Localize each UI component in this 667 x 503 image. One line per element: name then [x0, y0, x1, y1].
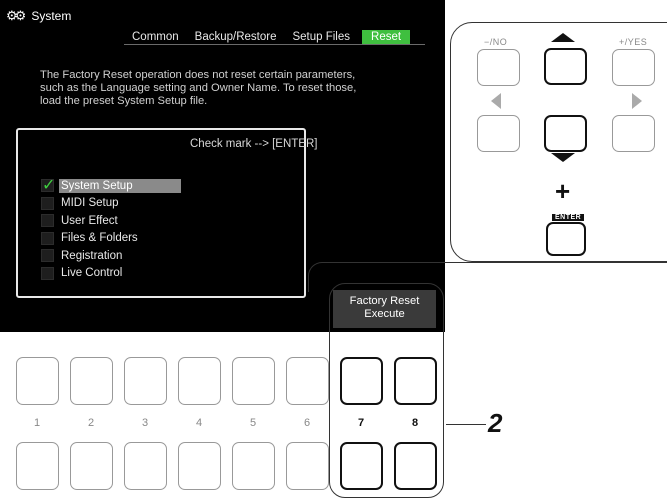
- list-item-registration[interactable]: Registration: [41, 247, 181, 265]
- button-3-upper[interactable]: [124, 357, 167, 405]
- description-line: load the preset System Setup file.: [40, 95, 208, 107]
- checkbox-files-folders[interactable]: [41, 231, 54, 245]
- button-8-lower[interactable]: [394, 442, 437, 490]
- button-number: 8: [411, 417, 419, 429]
- down-arrow-icon: [551, 153, 575, 162]
- reset-description: The Factory Reset operation does not res…: [40, 69, 420, 108]
- item-label: User Effect: [61, 214, 118, 227]
- button-8-upper[interactable]: [394, 357, 437, 405]
- tab-divider: [124, 44, 425, 45]
- yes-button[interactable]: [612, 49, 655, 86]
- step-leader-line: [446, 424, 486, 425]
- button-1-upper[interactable]: [16, 357, 59, 405]
- button-7-lower[interactable]: [340, 442, 383, 490]
- gear-icon: ⚙⚙: [6, 8, 26, 23]
- checkbox-midi-setup[interactable]: [41, 196, 54, 210]
- no-button[interactable]: [477, 49, 520, 86]
- reset-item-panel: Check mark --> [ENTER] System Setup MIDI…: [16, 128, 317, 298]
- button-4-upper[interactable]: [178, 357, 221, 405]
- button-2-lower[interactable]: [70, 442, 113, 490]
- tab-reset[interactable]: Reset: [362, 30, 411, 44]
- button-number: 4: [195, 417, 203, 429]
- step-number: 2: [488, 408, 503, 438]
- description-line: such as the Language setting and Owner N…: [40, 82, 357, 94]
- list-item-live-control[interactable]: Live Control: [41, 265, 181, 283]
- left-arrow-icon: [491, 93, 501, 109]
- checkbox-live-control[interactable]: [41, 266, 54, 280]
- left-button[interactable]: [477, 115, 520, 152]
- up-arrow-icon: [551, 33, 575, 42]
- right-button[interactable]: [612, 115, 655, 152]
- list-item-user-effect[interactable]: User Effect: [41, 212, 181, 230]
- button-2-upper[interactable]: [70, 357, 113, 405]
- button-3-lower[interactable]: [124, 442, 167, 490]
- screen-title: ⚙⚙ System: [6, 9, 71, 23]
- button-number: 1: [33, 417, 41, 429]
- enter-button[interactable]: [546, 222, 586, 256]
- list-item-midi-setup[interactable]: MIDI Setup: [41, 195, 181, 213]
- tab-common[interactable]: Common: [124, 30, 187, 44]
- no-label: −/NO: [484, 37, 508, 47]
- button-1-lower[interactable]: [16, 442, 59, 490]
- button-number: 7: [357, 417, 365, 429]
- list-item-files-folders[interactable]: Files & Folders: [41, 230, 181, 248]
- enter-label: ENTER: [552, 214, 585, 221]
- item-label: Registration: [61, 249, 123, 262]
- button-6-upper[interactable]: [286, 357, 329, 405]
- description-line: The Factory Reset operation does not res…: [40, 69, 356, 81]
- button-number: 5: [249, 417, 257, 429]
- yes-label: +/YES: [619, 37, 648, 47]
- tab-backup-restore[interactable]: Backup/Restore: [187, 30, 285, 44]
- screen-title-text: System: [31, 9, 72, 23]
- button-number: 6: [303, 417, 311, 429]
- item-label: MIDI Setup: [61, 197, 119, 210]
- item-label: System Setup: [59, 178, 181, 193]
- button-5-lower[interactable]: [232, 442, 275, 490]
- checkbox-registration[interactable]: [41, 249, 54, 263]
- button-4-lower[interactable]: [178, 442, 221, 490]
- item-label: Files & Folders: [61, 232, 138, 245]
- plus-sign: +: [555, 176, 571, 206]
- list-item-system-setup[interactable]: System Setup: [41, 175, 181, 195]
- item-label: Live Control: [61, 267, 123, 280]
- button-6-lower[interactable]: [286, 442, 329, 490]
- up-button[interactable]: [544, 48, 587, 85]
- checkbox-user-effect[interactable]: [41, 214, 54, 228]
- button-5-upper[interactable]: [232, 357, 275, 405]
- checkbox-system-setup[interactable]: [41, 175, 55, 194]
- button-number: 2: [87, 417, 95, 429]
- tab-bar: Common Backup/Restore Setup Files Reset: [124, 30, 411, 44]
- button-7-upper[interactable]: [340, 357, 383, 405]
- panel-header: Check mark --> [ENTER]: [190, 138, 318, 150]
- reset-item-list: System Setup MIDI Setup User Effect File…: [41, 175, 181, 283]
- down-button[interactable]: [544, 115, 587, 152]
- tab-setup-files[interactable]: Setup Files: [284, 30, 358, 44]
- button-number: 3: [141, 417, 149, 429]
- right-arrow-icon: [632, 93, 642, 109]
